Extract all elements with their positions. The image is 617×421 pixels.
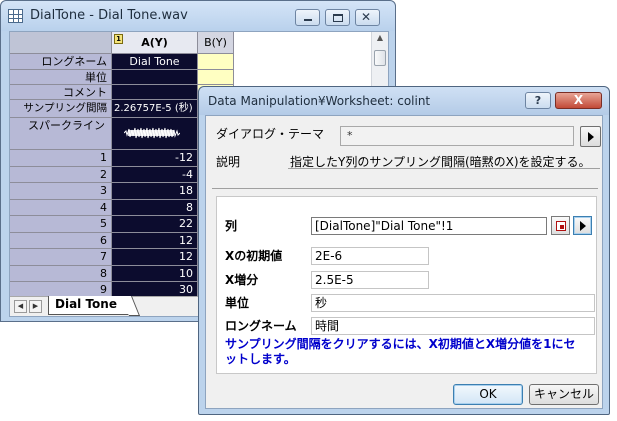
column-header-a[interactable]: 1 A(Y) <box>112 32 198 54</box>
clear-sampling-note: サンプリング間隔をクリアするには、X初期値とX増分値を1にセットします。 <box>225 337 576 366</box>
arrow-right-icon <box>588 132 594 142</box>
dialog-title: Data Manipulation¥Worksheet: colint <box>208 94 431 108</box>
cell-a-value[interactable]: 8 <box>112 200 198 216</box>
column-header-a-label: A(Y) <box>141 36 168 49</box>
worksheet-title: DialTone - Dial Tone.wav <box>30 8 188 23</box>
row-label-sparkline[interactable]: スパークライン <box>10 118 112 150</box>
maximize-icon <box>333 14 343 22</box>
column-label: 列 <box>225 219 238 233</box>
cell-a-value[interactable]: -12 <box>112 150 198 167</box>
sparkline-waveform <box>124 127 180 139</box>
cell-a-value[interactable]: 12 <box>112 249 198 266</box>
worksheet-grid-icon <box>8 9 23 23</box>
column-picker-button[interactable] <box>551 216 570 235</box>
row-number[interactable]: 3 <box>10 183 112 200</box>
cell-a-sparkline[interactable] <box>112 118 198 150</box>
dialog-close-button[interactable]: X <box>555 92 602 109</box>
grid-corner[interactable] <box>10 32 112 54</box>
description-divider <box>288 168 600 169</box>
worksheet-titlebar[interactable]: DialTone - Dial Tone.wav ✕ <box>1 1 395 31</box>
long-name-label: ロングネーム <box>225 319 297 333</box>
theme-combobox[interactable]: * <box>340 126 574 146</box>
cell-a-value[interactable]: 10 <box>112 266 198 282</box>
cell-a-long-name[interactable]: Dial Tone <box>112 54 198 70</box>
close-button[interactable]: ✕ <box>355 9 380 26</box>
help-button[interactable]: ? <box>525 92 551 109</box>
row-number[interactable]: 4 <box>10 200 112 216</box>
minimize-icon <box>304 19 312 21</box>
section-divider <box>212 188 598 189</box>
row-number[interactable]: 1 <box>10 150 112 167</box>
long-name-input[interactable]: 時間 <box>311 317 595 335</box>
cell-b-unit[interactable] <box>198 70 234 85</box>
column-input[interactable]: [DialTone]"Dial Tone"!1 <box>311 217 547 235</box>
cell-a-value[interactable]: 18 <box>112 183 198 200</box>
sheet-tab-dial-tone[interactable]: Dial Tone <box>48 296 131 315</box>
arrow-right-icon <box>580 221 586 231</box>
dialog-body: ダイアログ・テーマ * 説明 指定したY列のサンプリング間隔(暗黙のX)を設定す… <box>205 115 603 409</box>
theme-menu-button[interactable] <box>580 126 601 147</box>
close-icon: ✕ <box>361 10 372 24</box>
column-select-icon <box>556 221 566 231</box>
parameter-panel: 列 [DialTone]"Dial Tone"!1 Xの初期値 2E-6 X増分… <box>216 196 597 374</box>
tab-prev-icon[interactable]: ◀ <box>14 300 27 313</box>
theme-label: ダイアログ・テーマ <box>216 127 325 141</box>
column-menu-button[interactable] <box>573 216 592 235</box>
cell-a-sampling-interval[interactable]: 2.26757E-5 (秒) <box>112 100 198 118</box>
row-label-unit[interactable]: 単位 <box>10 70 112 85</box>
cell-a-value[interactable]: 22 <box>112 216 198 233</box>
cell-a-value[interactable]: -4 <box>112 167 198 183</box>
tab-next-icon[interactable]: ▶ <box>29 300 42 313</box>
row-number[interactable]: 8 <box>10 266 112 282</box>
cell-a-comment[interactable] <box>112 85 198 100</box>
dialog-titlebar[interactable]: Data Manipulation¥Worksheet: colint ? X <box>199 87 609 115</box>
column-header-b[interactable]: B(Y) <box>198 32 234 54</box>
x-increment-label: X増分 <box>225 273 259 287</box>
row-label-long-name[interactable]: ロングネーム <box>10 54 112 70</box>
row-number[interactable]: 2 <box>10 167 112 183</box>
colint-dialog: Data Manipulation¥Worksheet: colint ? X … <box>198 86 610 415</box>
column-marker-icon: 1 <box>114 34 123 44</box>
scroll-thumb[interactable] <box>374 50 386 66</box>
x-initial-label: Xの初期値 <box>225 249 283 263</box>
unit-input[interactable]: 秒 <box>311 294 595 312</box>
x-increment-input[interactable]: 2.5E-5 <box>311 271 429 289</box>
unit-label: 単位 <box>225 296 250 310</box>
cell-b-long-name[interactable] <box>198 54 234 70</box>
cell-a-value[interactable]: 12 <box>112 233 198 249</box>
row-label-sampling-interval[interactable]: サンプリング間隔 <box>10 100 112 118</box>
cell-a-unit[interactable] <box>112 70 198 85</box>
ok-button[interactable]: OK <box>453 384 523 405</box>
cancel-button[interactable]: キャンセル <box>529 384 599 405</box>
row-number[interactable]: 6 <box>10 233 112 249</box>
row-label-comment[interactable]: コメント <box>10 85 112 100</box>
x-initial-input[interactable]: 2E-6 <box>311 247 429 265</box>
column-header-b-label: B(Y) <box>204 36 227 49</box>
row-number[interactable]: 5 <box>10 216 112 233</box>
row-number[interactable]: 7 <box>10 249 112 266</box>
scroll-up-icon[interactable]: ▲ <box>374 33 386 47</box>
minimize-button[interactable] <box>295 9 320 26</box>
maximize-button[interactable] <box>325 9 350 26</box>
description-label: 説明 <box>216 155 241 169</box>
